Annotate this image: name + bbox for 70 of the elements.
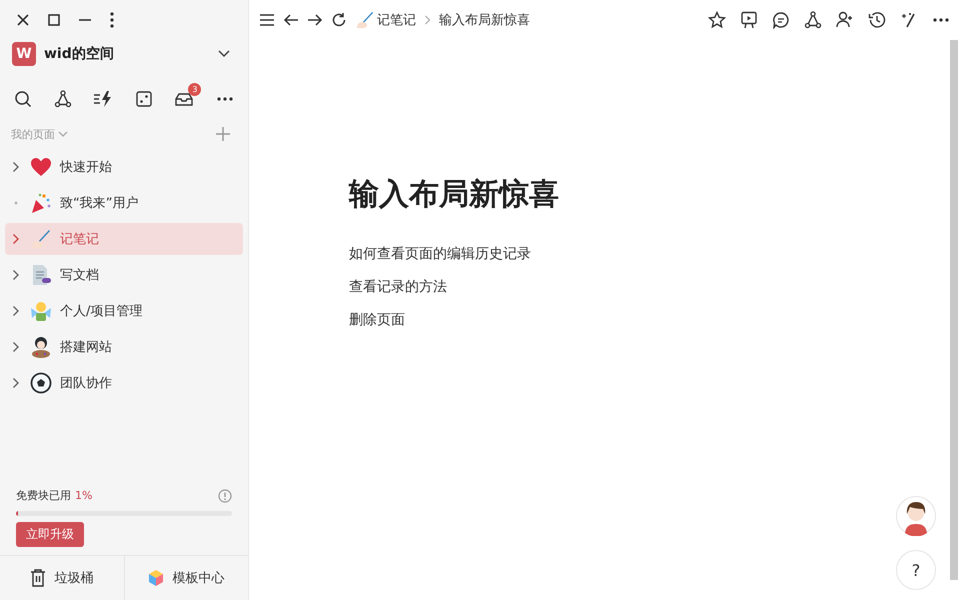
soccer-ball-icon	[30, 372, 52, 394]
page-item[interactable]: 搭建网站	[5, 331, 243, 363]
trash-icon	[30, 569, 46, 587]
chevron-icon[interactable]	[12, 269, 20, 281]
page-heading: 输入布局新惊喜	[349, 176, 560, 214]
more-icon[interactable]	[932, 17, 950, 23]
more-icon[interactable]	[216, 96, 234, 102]
forward-arrow-icon[interactable]	[307, 13, 323, 27]
writing-hand-icon	[30, 228, 52, 250]
usage-label: 免费块已用	[16, 488, 71, 503]
back-arrow-icon[interactable]	[283, 13, 299, 27]
graph-icon[interactable]	[54, 90, 72, 108]
chevron-icon[interactable]	[12, 377, 20, 389]
notification-badge: 3	[188, 83, 202, 96]
page-title: 团队协作	[60, 375, 112, 392]
breadcrumb-item[interactable]: 记笔记	[355, 10, 416, 30]
history-icon[interactable]	[868, 11, 886, 29]
presentation-icon[interactable]	[740, 11, 758, 29]
lightning-icon[interactable]	[93, 90, 114, 108]
usage-percent: 1%	[75, 489, 92, 502]
page-item[interactable]: 记笔记	[5, 223, 243, 255]
page-link[interactable]: 删除页面	[349, 311, 950, 329]
page-link[interactable]: 如何查看页面的编辑历史记录	[349, 245, 950, 263]
party-popper-icon	[30, 192, 52, 214]
menu-icon[interactable]	[259, 13, 275, 27]
star-icon[interactable]	[708, 11, 726, 29]
page-title: 写文档	[60, 267, 99, 284]
document-icon	[30, 264, 52, 286]
fairy-icon	[30, 300, 52, 322]
caret-icon[interactable]	[218, 50, 230, 58]
page-link[interactable]: 查看记录的方法	[349, 278, 950, 296]
breadcrumb-item[interactable]: 输入布局新惊喜	[439, 11, 530, 29]
page-item[interactable]: 写文档	[5, 259, 243, 291]
dice-icon[interactable]	[134, 90, 153, 108]
more-icon[interactable]	[109, 12, 115, 28]
info-icon[interactable]	[218, 488, 232, 502]
page-title: 记笔记	[60, 231, 99, 248]
page-item[interactable]: 致“我来”用户	[5, 187, 243, 219]
search-icon[interactable]	[14, 90, 32, 108]
chevron-icon[interactable]	[12, 233, 20, 245]
workspace-name[interactable]: wid的空间	[44, 45, 114, 63]
artist-icon	[30, 336, 52, 358]
add-user-icon[interactable]	[836, 11, 854, 29]
page-title: 致“我来”用户	[60, 195, 138, 212]
refresh-icon[interactable]	[331, 12, 347, 28]
page-item[interactable]: 团队协作	[5, 367, 243, 399]
chevron-icon	[424, 15, 431, 25]
page-item[interactable]: 快速开始	[5, 151, 243, 183]
cube-icon	[148, 569, 164, 587]
page-title: 个人/项目管理	[60, 303, 142, 320]
chevron-icon[interactable]	[12, 161, 20, 173]
avatar-icon[interactable]	[896, 496, 936, 536]
chevron-icon[interactable]	[12, 341, 20, 353]
page-title: 快速开始	[60, 159, 112, 176]
page-item[interactable]: 个人/项目管理	[5, 295, 243, 327]
add-icon[interactable]	[216, 127, 230, 141]
maximize-icon[interactable]	[47, 13, 61, 27]
footer-button[interactable]: 垃圾桶	[0, 556, 124, 600]
graph-icon[interactable]	[804, 11, 822, 29]
chevron-icon[interactable]	[12, 305, 20, 317]
close-icon[interactable]	[16, 13, 30, 27]
heart-icon	[30, 157, 52, 177]
workspace-avatar: W	[12, 42, 36, 66]
comment-icon[interactable]	[772, 11, 790, 29]
writing-hand-icon	[355, 10, 375, 30]
help-button[interactable]: ?	[896, 550, 936, 590]
scrollbar[interactable]	[950, 40, 958, 580]
upgrade-button[interactable]: 立即升级	[16, 522, 84, 547]
footer-button[interactable]: 模板中心	[124, 556, 248, 600]
page-title: 搭建网站	[60, 339, 112, 356]
